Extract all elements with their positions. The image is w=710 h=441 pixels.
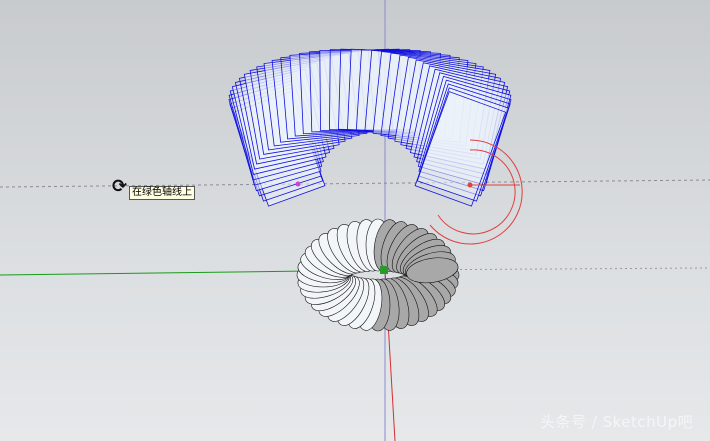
blue-wireframe-sweep bbox=[228, 48, 512, 207]
origin-marker bbox=[380, 266, 388, 274]
orbit-icon: ⟳ bbox=[112, 176, 128, 197]
sketchup-viewport[interactable]: ⟳ 在绿色轴线上 头条号 / SketchUp吧 bbox=[0, 0, 710, 441]
red-axis-dashed bbox=[0, 179, 710, 188]
model-scene bbox=[0, 0, 710, 441]
watermark: 头条号 / SketchUp吧 bbox=[540, 413, 694, 431]
inference-point bbox=[295, 181, 301, 187]
white-loop-surface bbox=[296, 218, 460, 332]
inference-tooltip: 在绿色轴线上 bbox=[129, 186, 195, 200]
